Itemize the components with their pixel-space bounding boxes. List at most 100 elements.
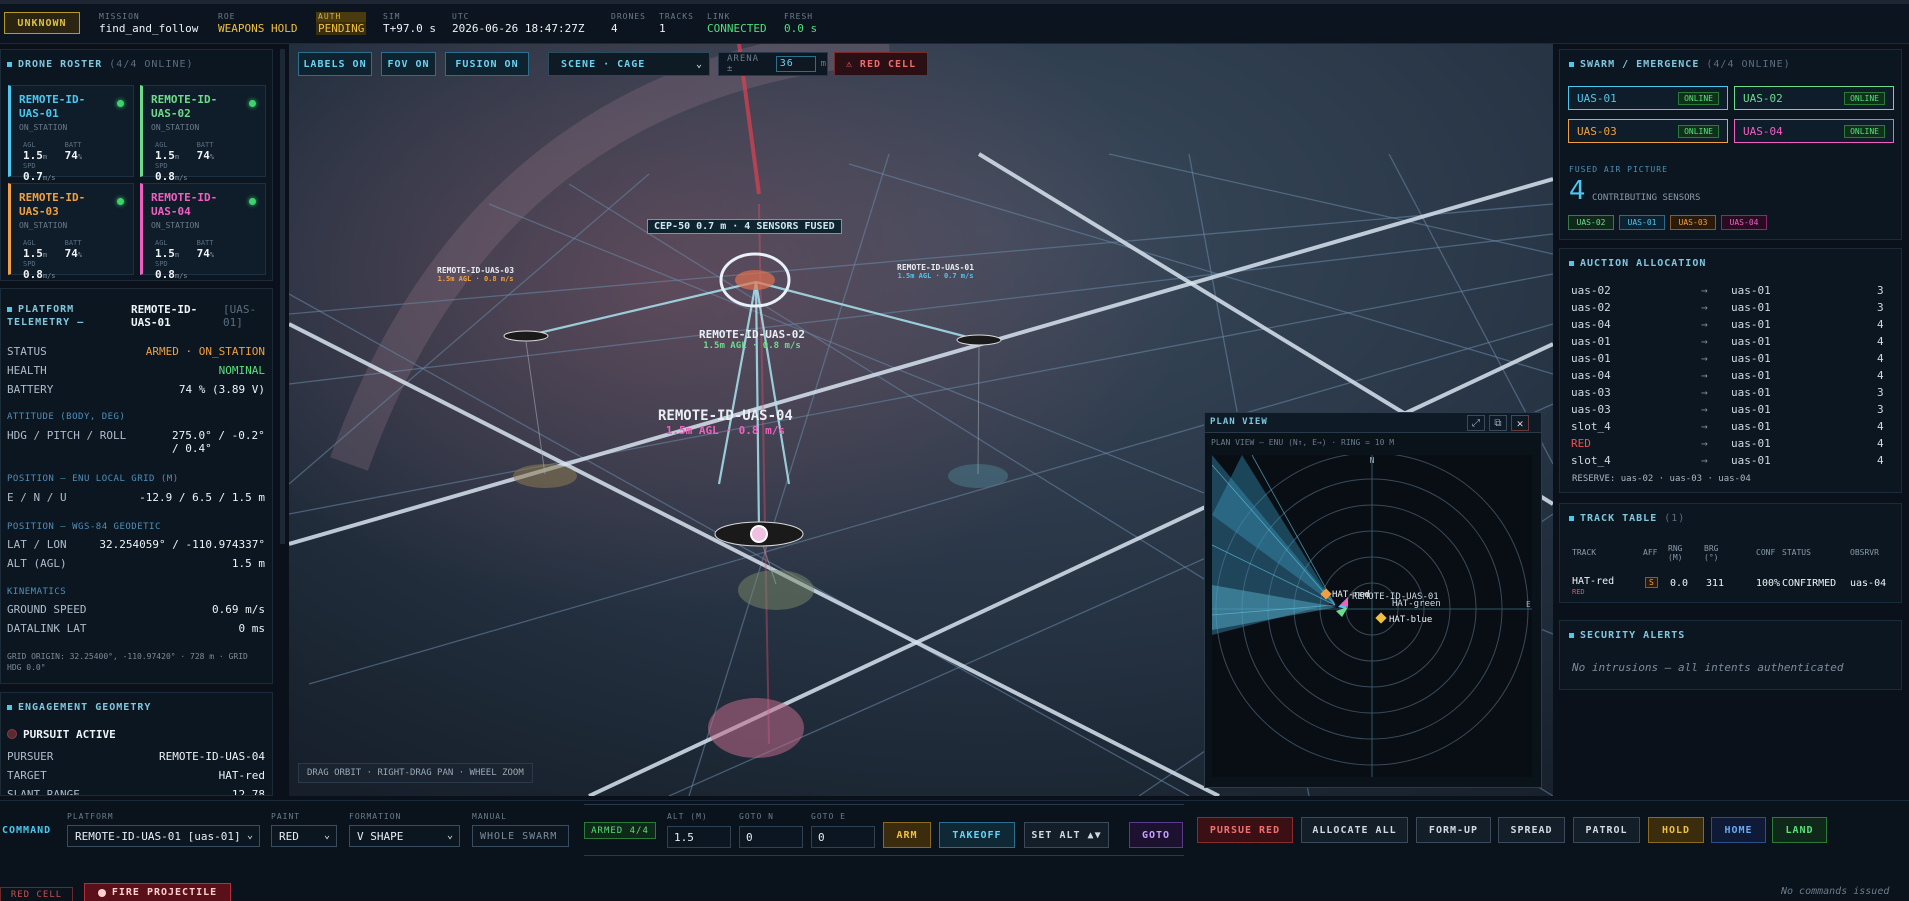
sensor-chip-uas-02: UAS-02 xyxy=(1568,215,1614,230)
hold-button[interactable]: HOLD xyxy=(1648,817,1704,843)
patrol-button[interactable]: PATROL xyxy=(1573,817,1640,843)
arm-button[interactable]: ARM xyxy=(883,822,931,848)
battery-row: BATTERY 74 % (3.89 V) xyxy=(7,383,265,396)
scene-tag-uas-01: REMOTE-ID-UAS-01 1.5m AGL · 0.7 m/s xyxy=(897,263,975,280)
takeoff-button[interactable]: TAKEOFF xyxy=(939,822,1015,848)
drone-card-uas-04[interactable]: REMOTE-ID-UAS-04 ON_STATION AGL 1.5m BATT… xyxy=(140,183,266,281)
enu-row: E / N / U -12.9 / 6.5 / 1.5 m xyxy=(7,491,265,504)
auction-arrow: → xyxy=(1701,335,1708,348)
spread-button[interactable]: SPREAD xyxy=(1498,817,1565,843)
goto-east-input[interactable]: 0 xyxy=(811,826,875,848)
auth-field: AUTH PENDING xyxy=(316,12,367,35)
command-bar: COMMAND PLATFORM REMOTE-ID-UAS-01 [uas-0… xyxy=(0,800,1909,901)
paint-select[interactable]: RED ⌄ xyxy=(271,825,337,847)
roe-field: ROE WEAPONS HOLD xyxy=(218,12,298,35)
auction-bidder: uas-02 xyxy=(1571,301,1611,314)
red-cell-label: RED CELL xyxy=(0,887,73,901)
popout-icon[interactable]: ⧉ xyxy=(1489,415,1507,431)
col-aff: AFF xyxy=(1643,548,1658,557)
security-header: SECURITY ALERTS xyxy=(1569,630,1685,641)
fov-toggle-button[interactable]: FOV ON xyxy=(381,52,436,76)
online-indicator xyxy=(249,198,256,205)
scene-viewport[interactable]: LABELS ON FOV ON FUSION ON SCENE · CAGE ⌄… xyxy=(289,44,1553,796)
auction-arrow: → xyxy=(1701,284,1708,297)
sensor-chip-uas-01: UAS-01 xyxy=(1619,215,1665,230)
drone-roster-panel: DRONE ROSTER (4/4 ONLINE) REMOTE-ID-UAS-… xyxy=(0,49,273,281)
drone-card-uas-01[interactable]: REMOTE-ID-UAS-01 ON_STATION AGL 1.5m BATT… xyxy=(8,85,134,183)
drones-field: DRONES 4 xyxy=(611,12,646,35)
attitude-row: HDG / PITCH / ROLL 275.0° / -0.2° / 0.4° xyxy=(7,429,265,455)
top-status-bar: UNKNOWN MISSION find_and_follow ROE WEAPON… xyxy=(0,0,1909,44)
swarm-unit-uas-04[interactable]: UAS-04 ONLINE xyxy=(1734,119,1894,143)
armed-count-badge: ARMED 4/4 xyxy=(584,822,656,839)
scene-tag-uas-04: REMOTE-ID-UAS-04 1.5m AGL · 0.8 m/s xyxy=(658,408,793,437)
platform-select[interactable]: REMOTE-ID-UAS-01 [uas-01] ⌄ xyxy=(67,825,260,847)
red-cell-toggle-button[interactable]: ⚠ RED CELL xyxy=(834,52,928,76)
auction-row: uas-03 → uas-01 3 xyxy=(1571,403,1889,420)
arena-size-input[interactable]: 36 xyxy=(775,56,816,72)
swarm-unit-uas-03[interactable]: UAS-03 ONLINE xyxy=(1568,119,1728,143)
scene-tag-uas-03: REMOTE-ID-UAS-03 1.5m AGL · 0.8 m/s xyxy=(437,266,515,283)
auction-row: RED → uas-01 4 xyxy=(1571,437,1889,454)
expand-icon[interactable]: ⤢ xyxy=(1467,415,1485,431)
auction-bidder: uas-01 xyxy=(1571,352,1611,365)
platform-telemetry-panel: PLATFORM TELEMETRY — REMOTE-ID-UAS-01 [U… xyxy=(0,288,273,684)
goto-north-input[interactable]: 0 xyxy=(739,826,803,848)
status-row: STATUS ARMED · ON_STATION xyxy=(7,345,265,358)
ground-speed-row: GROUND SPEED 0.69 m/s xyxy=(7,603,265,616)
auction-arrow: → xyxy=(1701,301,1708,314)
scene-select[interactable]: SCENE · CAGE ⌄ xyxy=(548,52,710,76)
online-indicator xyxy=(117,100,124,107)
auction-n: 3 xyxy=(1877,386,1884,399)
auction-n: 3 xyxy=(1877,301,1884,314)
auction-row: uas-01 → uas-01 4 xyxy=(1571,335,1889,352)
goto-button[interactable]: GOTO xyxy=(1129,822,1183,848)
pursue-red-button[interactable]: PURSUE RED xyxy=(1197,817,1293,843)
fusion-toggle-button[interactable]: FUSION ON xyxy=(445,52,529,76)
track-table-panel: TRACK TABLE (1) TRACK AFF RNG (M) BRG (°… xyxy=(1559,503,1902,603)
form-up-button[interactable]: FORM-UP xyxy=(1416,817,1491,843)
home-button[interactable]: HOME xyxy=(1711,817,1766,843)
auction-arrow: → xyxy=(1701,318,1708,331)
roster-header: DRONE ROSTER (4/4 ONLINE) xyxy=(7,59,194,70)
auction-to: uas-01 xyxy=(1731,454,1771,467)
security-alerts-panel: SECURITY ALERTS No intrusions — all inte… xyxy=(1559,620,1902,690)
formation-select[interactable]: V SHAPE ⌄ xyxy=(349,825,460,847)
auction-to: uas-01 xyxy=(1731,369,1771,382)
pursuit-indicator xyxy=(7,729,17,739)
altitude-input[interactable]: 1.5 xyxy=(667,826,731,848)
labels-toggle-button[interactable]: LABELS ON xyxy=(298,52,372,76)
auction-arrow: → xyxy=(1701,369,1708,382)
auction-bidder: slot_4 xyxy=(1571,454,1611,467)
set-altitude-button[interactable]: SET ALT ▲▼ xyxy=(1024,822,1109,848)
swarm-unit-uas-02[interactable]: UAS-02 ONLINE xyxy=(1734,86,1894,110)
online-indicator xyxy=(249,100,256,107)
drone-card-uas-03[interactable]: REMOTE-ID-UAS-03 ON_STATION AGL 1.5m BATT… xyxy=(8,183,134,281)
security-message: No intrusions — all intents authenticate… xyxy=(1572,661,1844,674)
command-status: No commands issued xyxy=(1781,886,1890,897)
left-scrollbar[interactable] xyxy=(280,49,285,544)
chevron-down-icon: ⌄ xyxy=(695,58,703,70)
plan-view-titlebar[interactable]: PLAN VIEW ⤢ ⧉ ✕ xyxy=(1205,413,1541,433)
plan-view-radar[interactable]: N E HAT-red REMOTE-ID-UAS-01 HAT-green H… xyxy=(1212,455,1532,777)
drone-card-uas-02[interactable]: REMOTE-ID-UAS-02 ON_STATION AGL 1.5m BATT… xyxy=(140,85,266,183)
allocate-all-button[interactable]: ALLOCATE ALL xyxy=(1301,817,1408,843)
sensor-chip-uas-03: UAS-03 xyxy=(1670,215,1716,230)
auction-n: 4 xyxy=(1877,335,1884,348)
close-icon[interactable]: ✕ xyxy=(1511,415,1529,431)
plan-view-subtitle: PLAN VIEW — ENU (N↑, E→) · RING = 10 M xyxy=(1211,438,1395,447)
fire-projectile-button[interactable]: FIRE PROJECTILE xyxy=(84,883,231,901)
col-rng: RNG (M) xyxy=(1668,544,1683,562)
auction-to: uas-01 xyxy=(1731,386,1771,399)
auction-bidder: uas-03 xyxy=(1571,403,1611,416)
auction-to: uas-01 xyxy=(1731,420,1771,433)
plan-view-window[interactable]: PLAN VIEW ⤢ ⧉ ✕ PLAN VIEW — ENU (N↑, E→)… xyxy=(1204,412,1542,788)
engagement-geometry-panel: ENGAGEMENT GEOMETRY PURSUIT ACTIVE PURSU… xyxy=(0,692,273,796)
whole-swarm-toggle[interactable]: WHOLE SWARM xyxy=(472,825,569,847)
swarm-unit-uas-01[interactable]: UAS-01 ONLINE xyxy=(1568,86,1728,110)
link-field: LINK CONNECTED xyxy=(707,12,767,35)
state-badge: UNKNOWN xyxy=(4,12,80,34)
latlon-row: LAT / LON 32.254059° / -110.974337° xyxy=(7,538,265,551)
land-button[interactable]: LAND xyxy=(1772,817,1827,843)
table-row[interactable]: HAT-red RED S 0.0 311 100% CONFIRMED uas… xyxy=(1560,568,1901,598)
